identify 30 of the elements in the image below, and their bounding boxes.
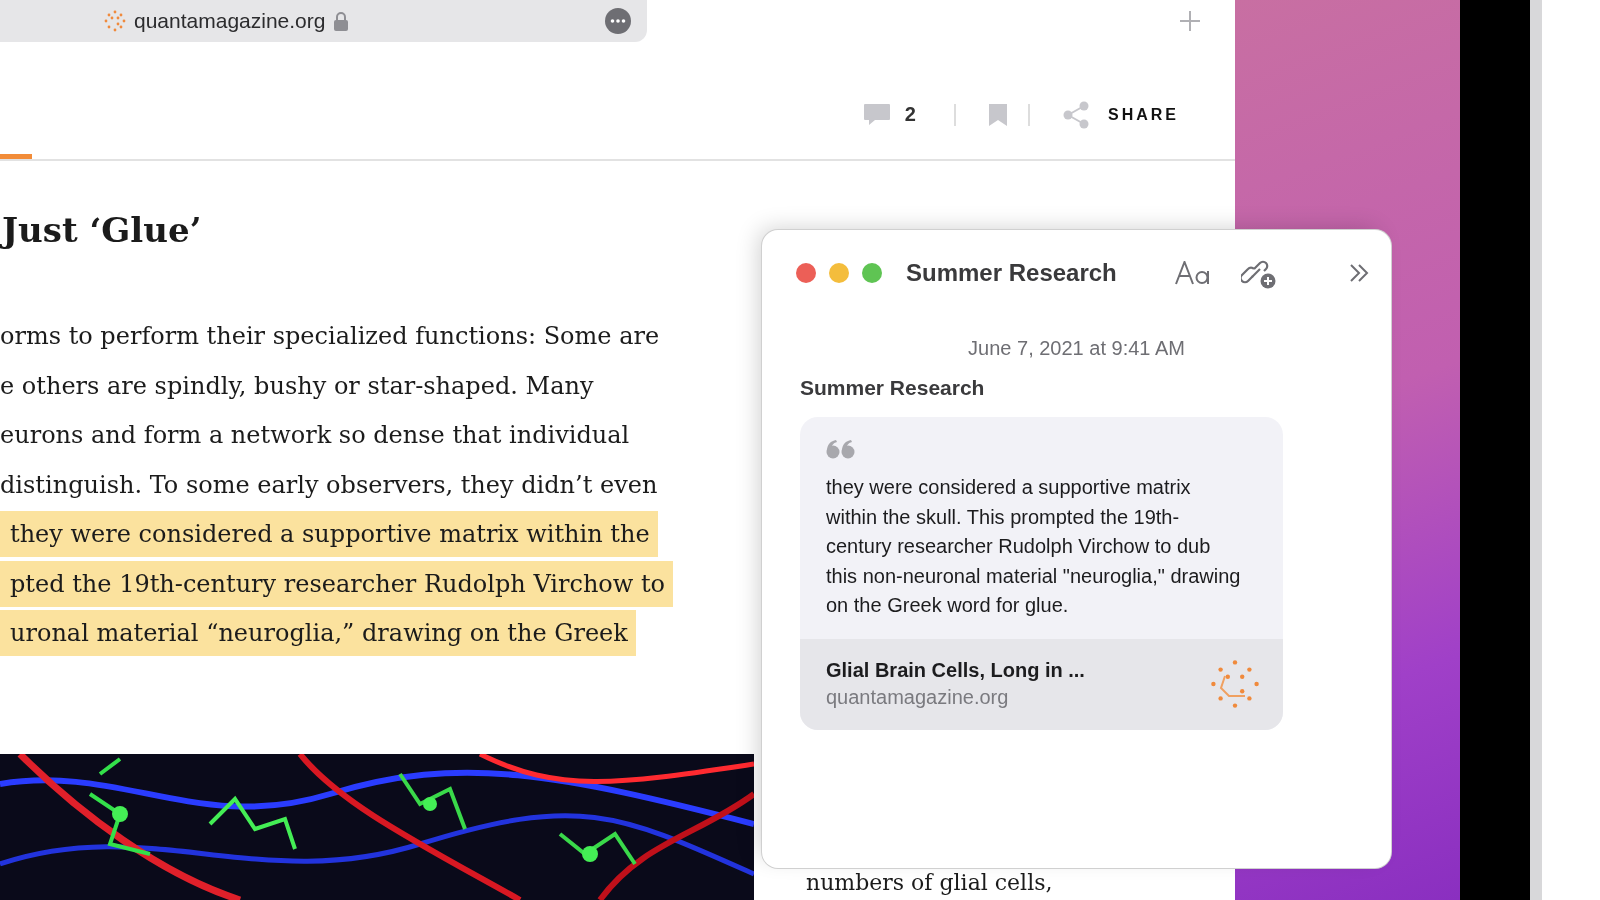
new-tab-icon[interactable] [1179,10,1201,32]
quote-text: they were considered a supportive matrix within the skull. This prompted the 19th-century researcher Rudolph Virchow to dub this non-neuronal material "neuroglia," drawing on the Greek word for glue. [826,475,1242,618]
article-text-line: e others are spindly, bushy or star-shaped. Many [0,370,594,402]
article-text-line: eurons and form a network so dense that individual [0,420,630,452]
comment-count: 2 [904,103,916,127]
link-domain: quantamagazine.org [826,686,1010,709]
comment-icon[interactable] [862,102,891,127]
expand-icon[interactable] [1349,263,1369,283]
window-title: Summer Research [906,259,1117,287]
site-logo-icon [1209,658,1261,710]
article-text-line: distinguish. To some early observers, they didn’t even [0,469,658,501]
note-date: June 7, 2021 at 9:41 AM [967,336,1186,360]
link-title: Glial Brain Cells, Long in ... [826,659,1085,682]
site-logo-icon [104,10,126,32]
minimize-button[interactable] [829,263,849,283]
article-text-line: numbers of glial cells, [806,870,1053,895]
bookmark-icon[interactable] [988,103,1008,126]
article-heading: Just ‘Glue’ [0,208,202,252]
share-button[interactable]: SHARE [1108,105,1179,124]
note-heading: Summer Research [800,375,986,401]
zoom-button[interactable] [862,263,882,283]
quote-icon [826,439,856,459]
share-icon[interactable] [1062,100,1090,129]
close-button[interactable] [796,263,816,283]
url-text: quantamagazine.org [134,9,326,33]
article-text-line: orms to perform their specialized functions: Some are [0,321,660,353]
link-preview[interactable]: Glial Brain Cells, Long in ... quantamagazine.org [800,638,1283,730]
address-bar[interactable]: quantamagazine.org [0,0,647,42]
more-icon[interactable] [605,8,631,34]
text-format-icon[interactable] [1174,261,1211,285]
